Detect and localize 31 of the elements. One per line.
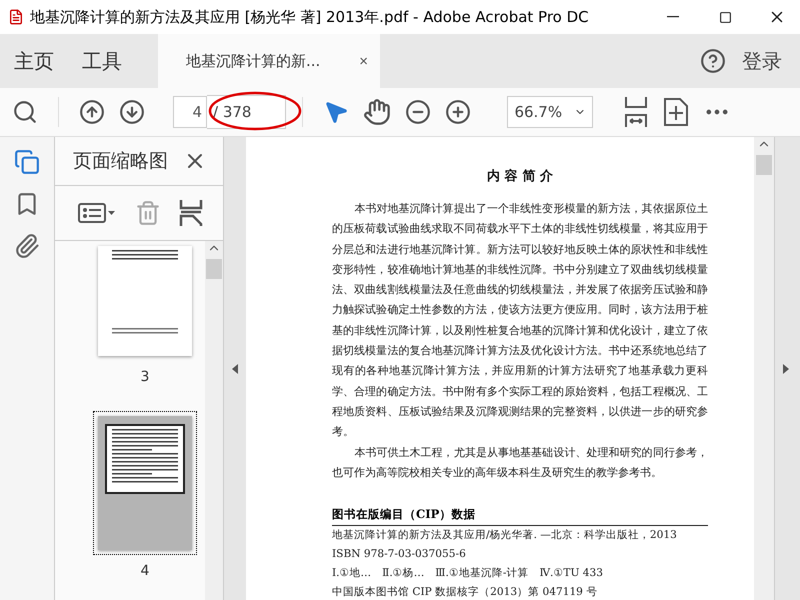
page-paragraph: 本书对地基沉降计算提出了一个非线性变形模量的新方法，其依据原位土的压板荷载试验曲线求取不同荷载水平下土体的非线性切线模量，将其应用于分层总和法进行地基沉降计算。新方法可以较好地反映土体的原状性和非线性变形特性，较准确地计算地基的非线性沉降。书中分别建立了双曲线切线模量法、双曲线割线模量法及任意曲线的切线模量法，并发展了依据旁压试验和静力触探试验确定土性参数的方法，使该方法更方便应用。同时，该方法用于桩基的非线性沉降计算，以及刚性桩复合地基的沉降计算和优化设计，建立了依据切线模量法的复合地基沉降计算方法及优化设计方法。书中还系统地总结了现有的各种地基沉降计算方法，并应用新的计算方法研究了地基承载力更科学、合理的确定方法。书中附有多个实际工程的原始资料，包括工程概况、工程地质资料、压板试验结果及沉降观测结果的完整资料，以供进一步的研究参考。: [332, 201, 708, 440]
nav-item[interactable]: 工具: [68, 34, 136, 88]
cip-title: 图书在版编目（CIP）数据: [332, 507, 708, 526]
page-number: 3: [140, 369, 150, 385]
panel-title: 页面缩略图: [73, 149, 168, 174]
tab-label: 地基沉降计算的新...: [186, 52, 320, 70]
page-text-drawing: [110, 328, 180, 336]
sign-in-button[interactable]: 登录: [730, 34, 800, 88]
collapse-arrow-icon[interactable]: [232, 364, 238, 374]
page-number: 4: [140, 563, 150, 579]
document-tab[interactable]: 地基沉降计算的新... ×: [158, 34, 380, 88]
scrollbar-thumb[interactable]: [756, 155, 772, 175]
cip-line: ISBN 978-7-03-037055-6: [332, 547, 467, 562]
page-number-field[interactable]: 4: [173, 96, 207, 128]
tab-close-button[interactable]: ×: [355, 52, 372, 70]
pdf-file-icon: [8, 9, 24, 25]
cip-footer: 中国版本图书馆 CIP 数据核字（2013）第 047119 号: [332, 583, 708, 600]
window-title: 地基沉降计算的新方法及其应用 [杨光华 著] 2013年.pdf - Adobe Acrobat Pro DC: [30, 8, 590, 26]
page-paragraph: 本书可供土木工程，尤其是从事地基基础设计、处理和研究的同行参考，也可作为高等院校相关专业的高年级本科生及研究生的教学参考书。: [332, 444, 708, 481]
page-text-drawing: [110, 250, 180, 262]
cip-line: Ⅰ.①地… Ⅱ.①杨… Ⅲ.①地基沉降-计算 Ⅳ.①TU 433: [332, 566, 604, 582]
page-thumbnail[interactable]: [93, 411, 197, 555]
cip-line: 地基沉降计算的新方法及其应用/杨光华著. —北京：科学出版社，2013: [332, 528, 678, 544]
page-text-drawing: [110, 429, 180, 485]
nav-item[interactable]: 主页: [0, 34, 68, 88]
zoom-dropdown[interactable]: 66.7%: [507, 96, 594, 128]
minimize-icon: [667, 16, 679, 18]
scrollbar-thumb[interactable]: [206, 259, 222, 279]
maximize-icon: [718, 10, 732, 24]
page-heading: 内 容 简 介: [486, 168, 554, 185]
expand-arrow-icon[interactable]: [783, 364, 789, 374]
